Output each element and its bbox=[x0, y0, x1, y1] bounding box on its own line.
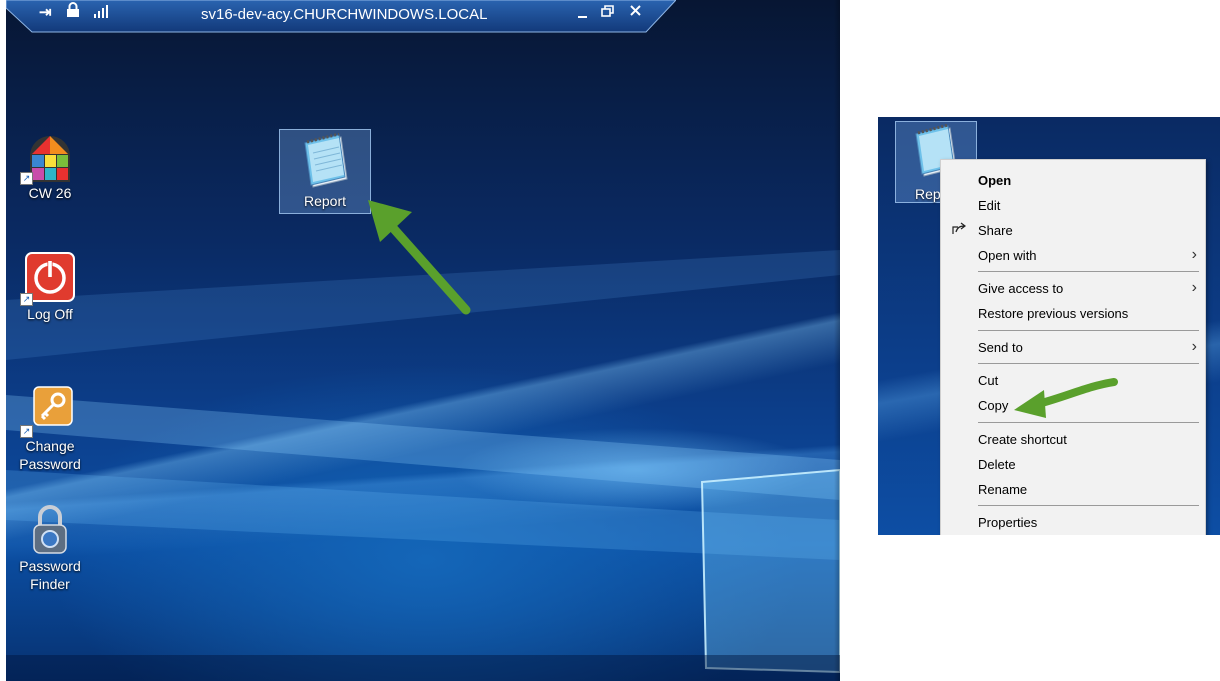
menu-item-open[interactable]: Open bbox=[941, 168, 1205, 192]
menu-item-edit[interactable]: Edit bbox=[941, 193, 1205, 217]
restore-icon[interactable] bbox=[601, 4, 615, 22]
lock-icon bbox=[66, 2, 80, 22]
screen-edge-shadow bbox=[834, 0, 840, 681]
menu-item-rename[interactable]: Rename bbox=[941, 477, 1205, 501]
annotation-arrow bbox=[1014, 378, 1118, 418]
key-icon: ↗ bbox=[20, 383, 76, 438]
menu-item-label: Restore previous versions bbox=[978, 306, 1129, 321]
connection-title: sv16-dev-acy.CHURCHWINDOWS.LOCAL bbox=[201, 6, 488, 23]
menu-item-label: Share bbox=[978, 223, 1013, 238]
menu-item-send-to[interactable]: Send to › bbox=[941, 335, 1205, 359]
menu-separator bbox=[978, 271, 1199, 272]
cw26-app-icon: ↗ bbox=[20, 130, 76, 185]
desktop-icon-label-line1: Change bbox=[25, 438, 75, 454]
desktop-icon-label: Log Off bbox=[27, 306, 73, 322]
menu-item-label: Cut bbox=[978, 373, 999, 388]
shortcut-arrow-icon: ↗ bbox=[20, 293, 33, 306]
menu-item-label: Copy bbox=[978, 398, 1009, 413]
signal-icon bbox=[94, 4, 108, 22]
chevron-right-icon: › bbox=[1191, 338, 1197, 355]
menu-item-label: Open bbox=[978, 173, 1012, 188]
wallpaper-light-beams bbox=[6, 250, 840, 681]
chevron-right-icon: › bbox=[1191, 279, 1197, 296]
remote-desktop-connection-bar[interactable]: ⇥ sv16-dev-acy.CHURCHWINDOWS.LOCAL bbox=[6, 0, 676, 34]
remote-desktop-screen: ⇥ sv16-dev-acy.CHURCHWINDOWS.LOCAL ↗ CW … bbox=[6, 0, 840, 681]
menu-item-label: Give access to bbox=[978, 281, 1064, 296]
menu-separator bbox=[978, 330, 1199, 331]
menu-item-share[interactable]: Share bbox=[941, 218, 1205, 242]
menu-item-label: Open with bbox=[978, 248, 1037, 263]
share-icon bbox=[951, 221, 967, 240]
shortcut-arrow-icon: ↗ bbox=[20, 425, 33, 438]
desktop-shortcut-cw26[interactable]: ↗ CW 26 bbox=[6, 130, 95, 202]
notepad-file-icon bbox=[304, 133, 348, 188]
menu-item-label: Properties bbox=[978, 515, 1038, 530]
desktop-icon-label-line2: Finder bbox=[30, 576, 70, 592]
menu-item-label: Delete bbox=[978, 457, 1016, 472]
desktop-icon-label-line2: Password bbox=[19, 456, 81, 472]
context-menu: Open Edit Share Open with › Give access … bbox=[940, 159, 1206, 535]
menu-item-open-with[interactable]: Open with › bbox=[941, 243, 1205, 267]
menu-item-create-shortcut[interactable]: Create shortcut bbox=[941, 427, 1205, 451]
menu-separator bbox=[978, 363, 1199, 364]
menu-item-label: Send to bbox=[978, 340, 1023, 355]
chevron-right-icon: › bbox=[1191, 246, 1197, 263]
desktop-shortcut-change-password[interactable]: ↗ Change Password bbox=[6, 383, 95, 473]
close-icon[interactable] bbox=[629, 4, 642, 21]
menu-item-properties[interactable]: Properties bbox=[941, 510, 1205, 534]
shortcut-arrow-icon: ↗ bbox=[20, 172, 33, 185]
menu-item-give-access-to[interactable]: Give access to › bbox=[941, 276, 1205, 300]
menu-item-restore-previous-versions[interactable]: Restore previous versions bbox=[941, 301, 1205, 325]
pin-icon[interactable]: ⇥ bbox=[39, 3, 52, 21]
menu-separator bbox=[978, 505, 1199, 506]
desktop-shortcut-password-finder[interactable]: Password Finder bbox=[6, 503, 95, 593]
menu-item-label: Create shortcut bbox=[978, 432, 1067, 447]
desktop-icon-label-line1: Password bbox=[19, 558, 81, 574]
menu-item-label: Rename bbox=[978, 482, 1028, 497]
minimize-icon[interactable] bbox=[577, 6, 589, 24]
context-menu-screenshot: Repo Open Edit Share Open with › Give ac… bbox=[878, 117, 1220, 535]
desktop-icon-label: CW 26 bbox=[28, 185, 72, 201]
menu-item-label: Edit bbox=[978, 198, 1001, 213]
menu-item-delete[interactable]: Delete bbox=[941, 452, 1205, 476]
power-icon: ↗ bbox=[20, 251, 76, 306]
padlock-icon bbox=[24, 503, 76, 555]
desktop-shortcut-log-off[interactable]: ↗ Log Off bbox=[6, 251, 95, 323]
annotation-arrow bbox=[368, 200, 471, 315]
